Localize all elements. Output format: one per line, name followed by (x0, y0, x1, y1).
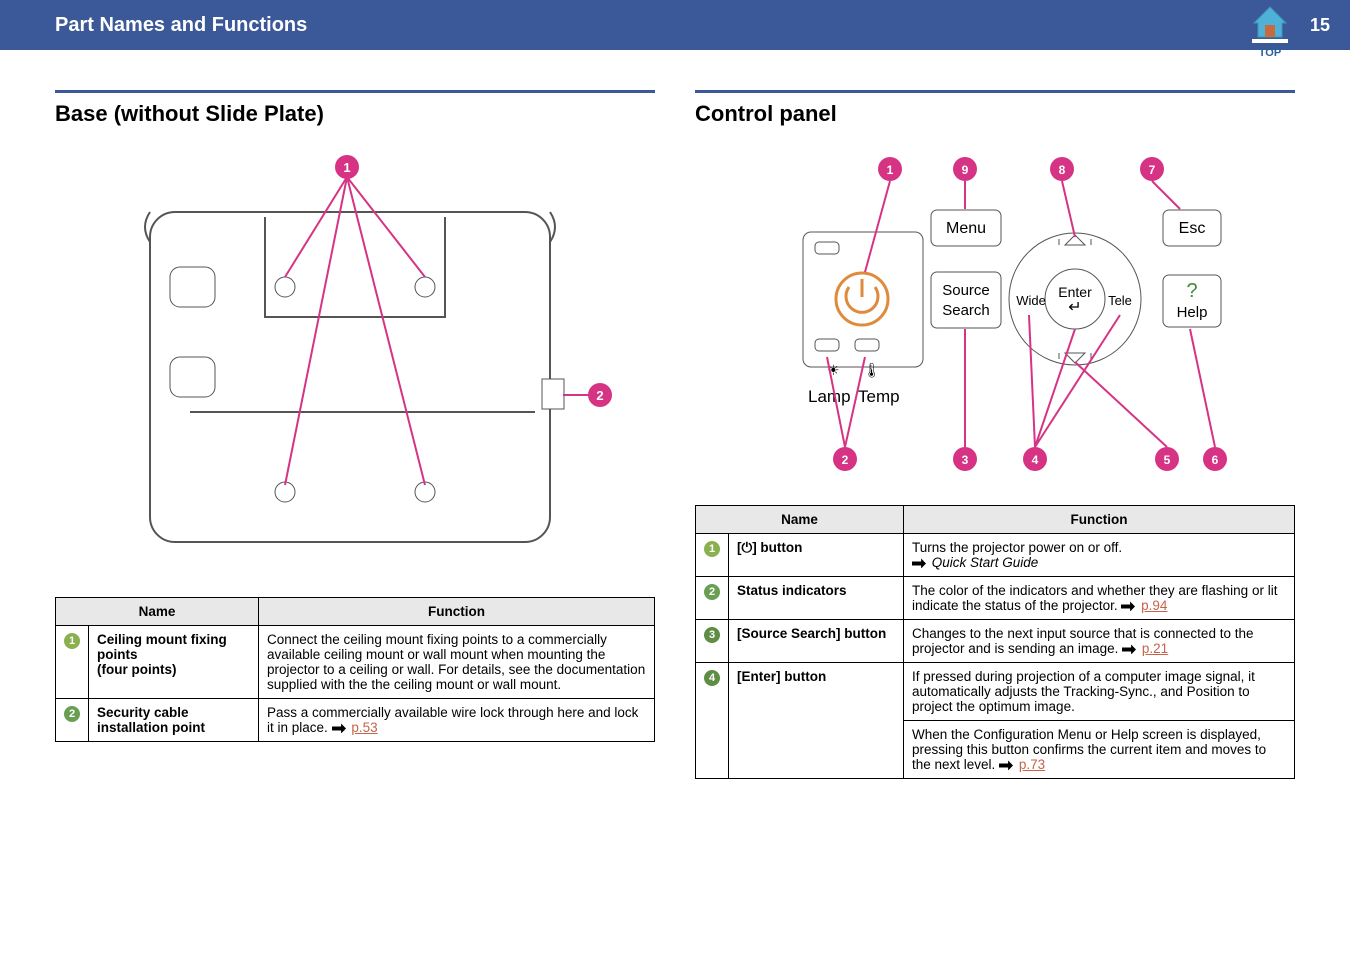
cp-table: Name Function 1 [⏻] button Turns the pro… (695, 505, 1295, 779)
reference-icon (912, 558, 926, 568)
header-right: TOP 15 (1250, 5, 1330, 45)
col-function: Function (259, 598, 655, 626)
label-menu: Menu (946, 220, 986, 237)
page-header: Part Names and Functions TOP 15 (0, 0, 1350, 50)
label-temp: Temp (858, 387, 900, 406)
callout-2: 2 (596, 388, 603, 403)
svg-text:6: 6 (1212, 453, 1219, 467)
label-wide: Wide (1016, 293, 1046, 308)
col-name: Name (56, 598, 259, 626)
row-num-badge: 2 (64, 706, 80, 722)
page-ref-link[interactable]: p.94 (1141, 598, 1167, 613)
label-search: Search (942, 302, 990, 319)
base-table: Name Function 1 Ceiling mount fixing poi… (55, 597, 655, 742)
row-function: Connect the ceiling mount fixing points … (259, 626, 655, 699)
row-function: Turns the projector power on or off. Qui… (904, 534, 1295, 577)
label-lamp: Lamp (808, 387, 851, 406)
base-diagram: 1 2 (95, 147, 615, 572)
label-temp-icon: 🌡 (863, 362, 881, 378)
table-row: 2 Status indicators The color of the ind… (696, 577, 1295, 620)
svg-text:↵: ↵ (1068, 299, 1081, 316)
section-rule (695, 90, 1295, 93)
row-function: Pass a commercially available wire lock … (259, 699, 655, 742)
table-row: 1 [⏻] button Turns the projector power o… (696, 534, 1295, 577)
row-name: Status indicators (737, 583, 847, 598)
label-help: Help (1177, 304, 1208, 321)
table-row: 4 [Enter] button If pressed during proje… (696, 663, 1295, 721)
page-ref-link[interactable]: p.53 (351, 720, 377, 735)
row-function: Changes to the next input source that is… (904, 620, 1295, 663)
reference-icon (332, 723, 346, 733)
row-num-badge: 4 (704, 670, 720, 686)
reference-icon (1121, 601, 1135, 611)
row-name: Security cable installation point (97, 705, 205, 735)
svg-text:5: 5 (1164, 453, 1171, 467)
section-title-cp: Control panel (695, 101, 1295, 127)
svg-text:1: 1 (887, 163, 894, 177)
callout-1: 1 (343, 160, 350, 175)
content-area: Base (without Slide Plate) (0, 50, 1350, 799)
label-enter: Enter (1058, 284, 1092, 300)
row-num-badge: 2 (704, 584, 720, 600)
row-name: [Enter] button (737, 669, 826, 684)
row-name: Ceiling mount fixing points(four points) (97, 632, 227, 677)
svg-text:3: 3 (962, 453, 969, 467)
header-title: Part Names and Functions (55, 14, 307, 37)
svg-text:7: 7 (1149, 163, 1156, 177)
svg-text:9: 9 (962, 163, 969, 177)
row-function: When the Configuration Menu or Help scre… (904, 721, 1295, 779)
page-ref-link[interactable]: p.73 (1019, 757, 1045, 772)
row-name: [⏻] button (737, 540, 802, 555)
section-title-base: Base (without Slide Plate) (55, 101, 655, 127)
label-source: Source (942, 282, 990, 299)
svg-text:4: 4 (1032, 453, 1039, 467)
table-row: 2 Security cable installation point Pass… (56, 699, 655, 742)
row-function: If pressed during projection of a comput… (904, 663, 1295, 721)
top-label: TOP (1250, 47, 1290, 59)
table-row: 1 Ceiling mount fixing points(four point… (56, 626, 655, 699)
control-panel-diagram: ☀ 🌡 Lamp Temp Menu Source Search Enter ↵… (735, 147, 1255, 487)
col-name: Name (696, 506, 904, 534)
row-name: [Source Search] button (737, 626, 886, 641)
row-num-badge: 3 (704, 627, 720, 643)
left-column: Base (without Slide Plate) (55, 90, 655, 779)
label-esc: Esc (1179, 220, 1206, 237)
help-q-icon: ? (1186, 280, 1197, 302)
page-number: 15 (1310, 15, 1330, 36)
row-num-badge: 1 (64, 633, 80, 649)
reference-icon (999, 760, 1013, 770)
row-function: The color of the indicators and whether … (904, 577, 1295, 620)
page-ref-link[interactable]: p.21 (1142, 641, 1168, 656)
right-column: Control panel ☀ 🌡 Lamp Temp Menu Sourc (695, 90, 1295, 779)
svg-text:8: 8 (1059, 163, 1066, 177)
svg-text:2: 2 (842, 453, 849, 467)
reference-icon (1122, 644, 1136, 654)
section-rule (55, 90, 655, 93)
label-tele: Tele (1108, 293, 1132, 308)
row-num-badge: 1 (704, 541, 720, 557)
col-function: Function (904, 506, 1295, 534)
table-row: 3 [Source Search] button Changes to the … (696, 620, 1295, 663)
top-home-icon[interactable]: TOP (1250, 5, 1290, 45)
